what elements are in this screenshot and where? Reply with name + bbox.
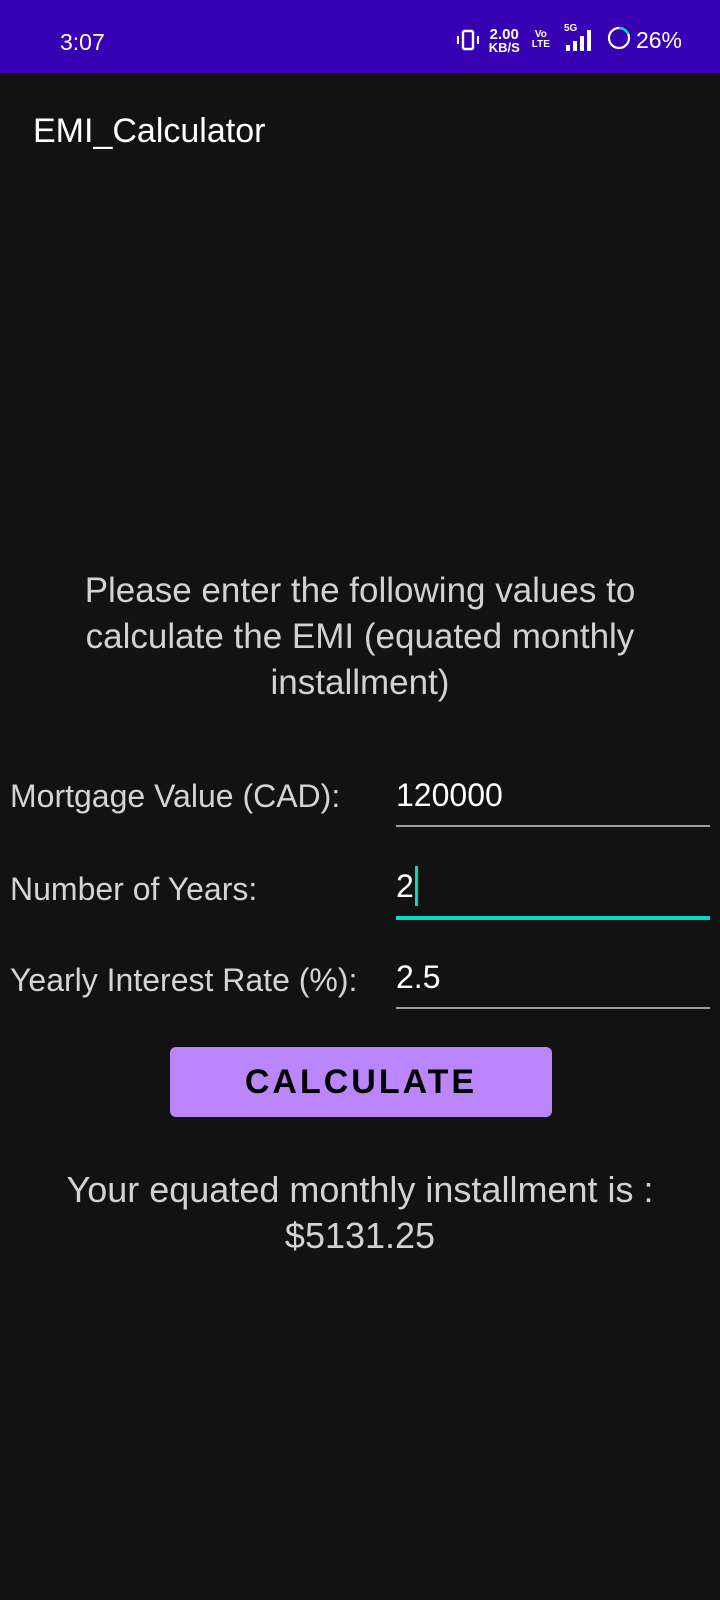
rate-label: Yearly Interest Rate (%):	[10, 962, 358, 998]
result-amount: $5131.25	[284, 1215, 436, 1256]
network-speed: 2.00 KB/S	[489, 27, 520, 54]
vibrate-icon	[455, 28, 481, 52]
volte-indicator: Vo LTE	[532, 30, 550, 50]
status-icons: 2.00 KB/S Vo LTE 5G 26%	[455, 22, 682, 58]
status-bar: 3:07 2.00 KB/S Vo LTE 5G 26%	[0, 0, 720, 73]
rate-input[interactable]: 2.5	[396, 951, 710, 1009]
status-time: 3:07	[60, 29, 105, 55]
years-value: 2	[396, 868, 414, 904]
mortgage-value: 120000	[396, 777, 503, 813]
text-caret	[414, 866, 418, 906]
battery-percent: 26%	[635, 27, 682, 53]
rate-value: 2.5	[396, 959, 441, 995]
battery-indicator: 26%	[606, 25, 682, 56]
volte-bottom: LTE	[531, 39, 550, 50]
mortgage-label: Mortgage Value (CAD):	[10, 778, 341, 814]
signal-icon: 5G	[564, 23, 598, 53]
mortgage-input[interactable]: 120000	[396, 769, 710, 827]
result-text: Your equated monthly installment is : $5…	[10, 1167, 710, 1259]
years-field-content: 2	[396, 866, 418, 906]
years-input[interactable]: 2	[396, 860, 710, 920]
calculate-button[interactable]: CALCULATE	[170, 1047, 552, 1117]
battery-icon	[606, 25, 632, 56]
app-title: EMI_Calculator	[33, 112, 266, 150]
result-label: Your equated monthly installment is :	[66, 1169, 654, 1210]
years-label: Number of Years:	[10, 871, 258, 907]
instruction-text: Please enter the following values to cal…	[84, 571, 636, 702]
network-type: 5G	[563, 23, 578, 34]
network-speed-unit: KB/S	[488, 39, 520, 55]
